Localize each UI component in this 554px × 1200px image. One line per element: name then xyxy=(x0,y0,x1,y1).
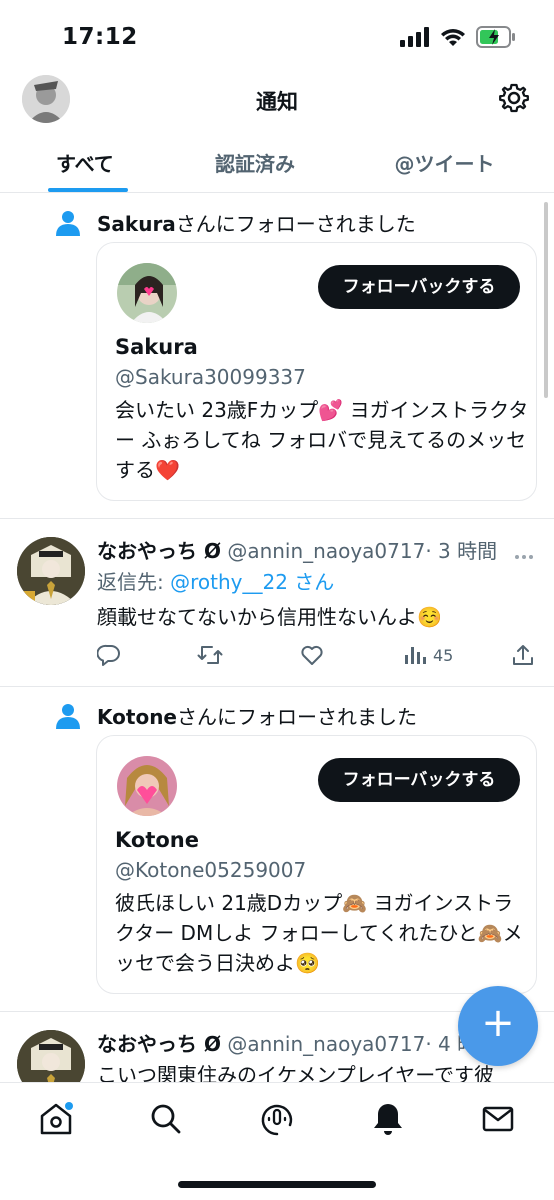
user-handle[interactable]: @Sakura30099337 xyxy=(115,365,306,389)
status-icons xyxy=(400,26,516,48)
reply-button[interactable] xyxy=(97,643,121,667)
compose-button[interactable]: + xyxy=(458,986,538,1066)
tweet-time: · 3 時間 xyxy=(425,539,498,563)
nav-messages[interactable] xyxy=(480,1101,516,1137)
author-name[interactable]: なおやっち Ø xyxy=(97,1032,221,1056)
reply-icon xyxy=(97,644,120,666)
gear-icon xyxy=(499,83,529,113)
nav-home[interactable] xyxy=(38,1101,74,1137)
avatar[interactable] xyxy=(17,1030,85,1082)
tweet-actions: 45 xyxy=(97,643,537,673)
page-title: 通知 xyxy=(256,90,298,114)
tweet-header: なおやっち Ø @annin_naoya0717· 3 時間 xyxy=(97,535,517,564)
wifi-icon xyxy=(441,29,465,46)
user-card[interactable]: フォローバックする Sakura @Sakura30099337 会いたい 23… xyxy=(96,242,537,501)
heart-icon xyxy=(301,645,323,665)
person-icon xyxy=(56,210,80,236)
tab-all[interactable]: すべて xyxy=(0,130,175,192)
follow-back-button[interactable]: フォローバックする xyxy=(318,265,520,309)
reply-prefix: 返信先: xyxy=(97,570,164,594)
reply-context: 返信先: @rothy__22 さん xyxy=(97,566,334,595)
followed-label: さんにフォローされました xyxy=(177,705,417,729)
user-bio: 彼氏ほしい 21歳Dカップ🙈 ヨガインストラクター DMしよ フォローしてくれた… xyxy=(115,891,523,975)
user-bio: 会いたい 23歳Fカップ💕 ヨガインストラクター ふぉろしてね フォロバで見えて… xyxy=(115,398,529,482)
author-handle[interactable]: @annin_naoya0717 xyxy=(227,539,425,563)
user-name[interactable]: Sakura xyxy=(115,335,198,359)
user-card[interactable]: フォローバックする Kotone @Kotone05259007 彼氏ほしい 2… xyxy=(96,735,537,994)
follow-header: Kotoneさんにフォローされました xyxy=(55,701,417,730)
mail-icon xyxy=(482,1106,514,1132)
settings-button[interactable] xyxy=(498,82,530,114)
author-handle[interactable]: @annin_naoya0717 xyxy=(227,1032,425,1056)
tab-label: すべて xyxy=(56,152,114,176)
header: 通知 xyxy=(0,70,554,130)
tweet[interactable]: なおやっち Ø @annin_naoya0717· 3 時間 返信先: @rot… xyxy=(0,519,554,687)
tweet-header: なおやっち Ø @annin_naoya0717· 4 時 xyxy=(97,1028,517,1057)
plus-icon: + xyxy=(481,1000,515,1046)
follower-name[interactable]: Kotone xyxy=(97,705,177,729)
more-button[interactable] xyxy=(514,545,534,564)
follow-notification[interactable]: Kotoneさんにフォローされました フォローバックする Kotone @Kot… xyxy=(0,687,554,1012)
user-name[interactable]: Kotone xyxy=(115,828,199,852)
bottom-navigation xyxy=(0,1082,554,1200)
avatar[interactable] xyxy=(117,756,177,816)
avatar[interactable] xyxy=(17,537,85,605)
notification-tabs: すべて 認証済み @ツイート xyxy=(0,130,554,193)
bell-icon xyxy=(374,1104,402,1135)
follow-notification[interactable]: Sakuraさんにフォローされました フォローバックする Sakura @Sak… xyxy=(0,194,554,519)
active-tab-indicator xyxy=(48,188,128,192)
follow-text: Kotoneさんにフォローされました xyxy=(97,701,417,730)
spaces-icon xyxy=(261,1104,293,1136)
search-icon xyxy=(151,1104,181,1134)
status-bar: 17:12 xyxy=(0,0,554,70)
retweet-icon xyxy=(197,646,223,664)
tweet-text: 顔載せなてないから信用性ないんよ☺️ xyxy=(97,605,442,629)
author-name[interactable]: なおやっち Ø xyxy=(97,539,221,563)
tweet-text: こいつ関東住みのイケメンプレイヤーです彼 xyxy=(97,1063,494,1082)
nav-notifications[interactable] xyxy=(370,1101,406,1137)
nav-spaces[interactable] xyxy=(259,1101,295,1137)
battery-icon xyxy=(476,26,515,48)
more-icon xyxy=(515,555,533,559)
home-indicator[interactable] xyxy=(178,1181,376,1188)
like-button[interactable] xyxy=(300,643,324,667)
notification-feed[interactable]: Sakuraさんにフォローされました フォローバックする Sakura @Sak… xyxy=(0,194,554,1082)
follower-name[interactable]: Sakura xyxy=(97,212,176,236)
share-icon xyxy=(513,645,533,665)
tab-label: 認証済み xyxy=(215,152,295,176)
retweet-button[interactable] xyxy=(197,643,223,667)
tab-mentions[interactable]: @ツイート xyxy=(335,130,554,192)
tab-label: @ツイート xyxy=(394,152,495,176)
follow-header: Sakuraさんにフォローされました xyxy=(55,208,416,237)
views-button[interactable]: 45 xyxy=(403,643,453,667)
home-icon xyxy=(40,1102,73,1135)
status-time: 17:12 xyxy=(62,24,138,50)
avatar[interactable] xyxy=(117,263,177,323)
user-handle[interactable]: @Kotone05259007 xyxy=(115,858,306,882)
views-count: 45 xyxy=(433,645,454,665)
tab-verified[interactable]: 認証済み xyxy=(175,130,335,192)
signal-icon xyxy=(400,27,429,47)
follow-text: Sakuraさんにフォローされました xyxy=(97,208,416,237)
nav-search[interactable] xyxy=(148,1101,184,1137)
share-button[interactable] xyxy=(511,643,535,667)
person-icon xyxy=(56,703,80,729)
reply-handle-link[interactable]: @rothy__22 さん xyxy=(170,570,334,594)
follow-back-button[interactable]: フォローバックする xyxy=(318,758,520,802)
followed-label: さんにフォローされました xyxy=(175,212,416,236)
views-icon xyxy=(405,647,426,664)
